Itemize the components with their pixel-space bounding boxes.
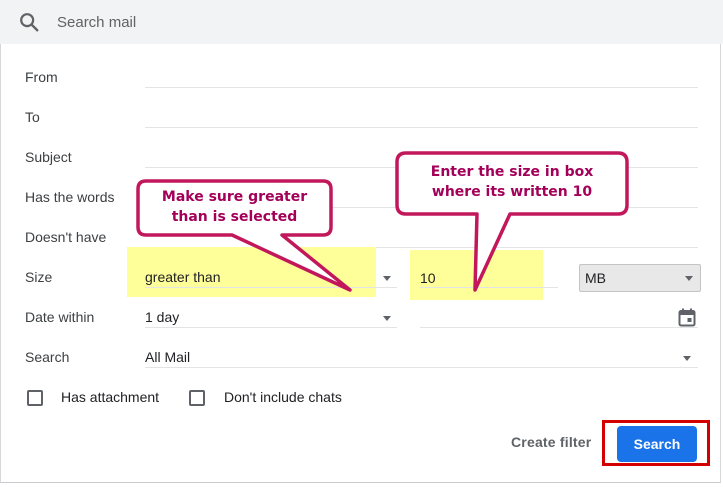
callout-operator-text: Make sure greater than is selected bbox=[140, 187, 329, 227]
callout-size-text: Enter the size in box where its written … bbox=[399, 162, 625, 202]
callout-annotations bbox=[136, 151, 629, 292]
callout-operator-line1: Make sure greater bbox=[161, 189, 308, 205]
callout-size-line2: where its written 10 bbox=[431, 184, 593, 200]
callout-size-line1: Enter the size in box bbox=[430, 164, 594, 180]
callout-operator-line2: than is selected bbox=[171, 209, 298, 225]
